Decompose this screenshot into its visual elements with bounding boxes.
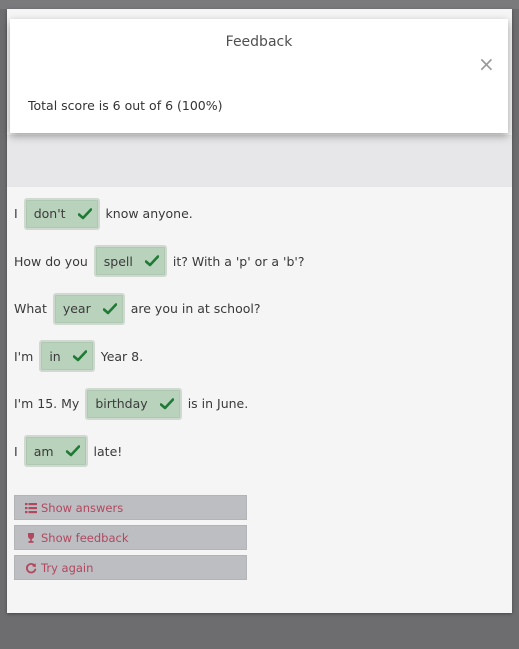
action-buttons: Show answers Show feedback Try again [14, 495, 247, 585]
sentence-text-after: Year 8. [100, 348, 144, 364]
sentence-text-before: I'm 15. My [14, 396, 80, 411]
show-feedback-button[interactable]: Show feedback [14, 525, 247, 550]
card-header-band [7, 135, 512, 187]
check-icon [144, 255, 159, 267]
check-icon [65, 445, 80, 457]
check-icon [102, 302, 117, 314]
answer-blank-correct[interactable]: year [52, 292, 125, 325]
check-icon [159, 397, 174, 409]
answer-blank-correct[interactable]: don't [23, 197, 100, 230]
sentence-4: I'm in Year 8. [14, 338, 494, 375]
answer-text: am [33, 443, 54, 459]
sentence-text-before: I [14, 443, 18, 459]
check-icon [77, 207, 92, 219]
refresh-icon [26, 562, 37, 573]
sentence-text-after: late! [93, 443, 123, 459]
answer-text: spell [103, 253, 133, 269]
show-answers-label: Show answers [41, 500, 124, 515]
answer-text: birthday [95, 396, 148, 411]
try-again-label: Try again [41, 560, 94, 575]
sentence-text-before: I'm [14, 348, 34, 364]
answer-blank-correct[interactable]: birthday [85, 387, 182, 420]
sentence-text-after: know anyone. [105, 206, 193, 221]
sentence-text-before: I [14, 206, 18, 221]
sentence-text-after: are you in at school? [130, 301, 261, 316]
dialog-title: Feedback [225, 34, 293, 50]
answer-text: don't [33, 206, 66, 221]
sentence-text-before: How do you [14, 253, 88, 269]
page-top-overlay [0, 0, 519, 9]
page-bottom-overlay [0, 620, 519, 649]
sentence-6: I am late! [14, 433, 494, 470]
sentence-text-after: it? With a 'p' or a 'b'? [172, 253, 305, 269]
show-answers-button[interactable]: Show answers [14, 495, 247, 520]
answer-blank-correct[interactable]: am [23, 435, 88, 467]
answer-blank-correct[interactable]: in [39, 340, 95, 372]
close-icon[interactable]: × [478, 54, 495, 74]
try-again-button[interactable]: Try again [14, 555, 247, 580]
sentence-1: I don't know anyone. [14, 195, 494, 232]
sentence-2: How do you spell it? With a 'p' or a 'b'… [14, 243, 494, 280]
trophy-icon [28, 532, 34, 543]
answer-text: year [62, 301, 91, 316]
list-icon [25, 502, 37, 513]
answer-blank-correct[interactable]: spell [93, 245, 167, 277]
feedback-dialog: Feedback × Total score is 6 out of 6 (10… [10, 19, 508, 133]
sentence-text-before: What [14, 301, 47, 316]
check-icon [72, 350, 87, 362]
show-feedback-label: Show feedback [41, 530, 129, 545]
sentence-text-after: is in June. [187, 396, 249, 411]
sentence-5: I'm 15. My birthday is in June. [14, 385, 494, 422]
sentence-3: What year are you in at school? [14, 290, 494, 327]
score-text: Total score is 6 out of 6 (100%) [28, 98, 223, 113]
sentence-list: I don't know anyone. How do you spell it… [14, 195, 494, 480]
answer-text: in [49, 348, 61, 364]
